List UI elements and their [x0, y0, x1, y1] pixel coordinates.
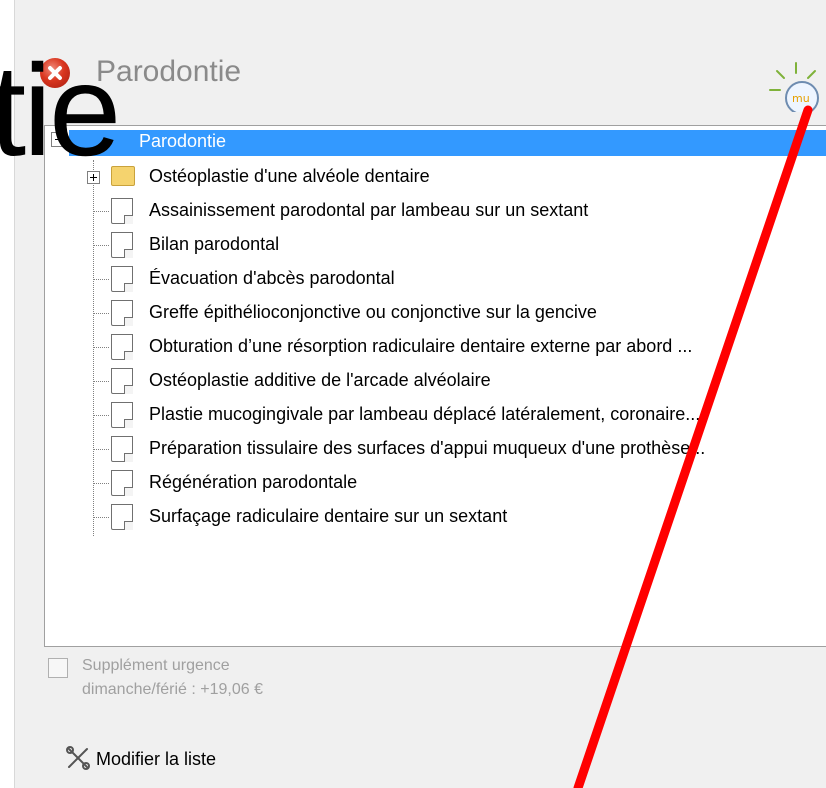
document-icon	[111, 334, 133, 360]
tree-root-label: Parodontie	[139, 131, 227, 151]
document-icon	[111, 504, 133, 530]
tree-item[interactable]: Préparation tissulaire des surfaces d'ap…	[93, 432, 823, 466]
tree-root-item[interactable]: Parodontie	[69, 130, 826, 156]
act-tree[interactable]: Parodontie Ostéoplastie d'une alvéole de…	[44, 125, 826, 647]
document-icon	[111, 470, 133, 496]
document-icon	[111, 198, 133, 224]
document-icon	[111, 300, 133, 326]
document-icon	[111, 436, 133, 462]
document-icon	[111, 266, 133, 292]
svg-text:mu: mu	[792, 92, 810, 105]
tree-item-label: Plastie mucogingivale par lambeau déplac…	[149, 404, 701, 424]
modify-list-button[interactable]: Modifier la liste	[96, 749, 216, 770]
overlay-large-text: tie	[0, 37, 121, 183]
tree-item-label: Greffe épithélioconjonctive ou conjoncti…	[149, 302, 597, 322]
tree-item[interactable]: Bilan parodontal	[93, 228, 823, 262]
tree-item-label: Assainissement parodontal par lambeau su…	[149, 200, 589, 220]
sun-icon[interactable]: mu	[768, 60, 826, 112]
tree-item-label: Surfaçage radiculaire dentaire sur un se…	[149, 506, 508, 526]
document-icon	[111, 368, 133, 394]
tree-item-label: Évacuation d'abcès parodontal	[149, 268, 395, 288]
tree-item[interactable]: Ostéoplastie additive de l'arcade alvéol…	[93, 364, 823, 398]
tree-item-label: Obturation d’une résorption radiculaire …	[149, 336, 693, 356]
tree-item-label: Ostéoplastie d'une alvéole dentaire	[149, 166, 430, 186]
supplement-label: Supplément urgence dimanche/férié : +19,…	[82, 657, 264, 698]
tree-item[interactable]: Surfaçage radiculaire dentaire sur un se…	[93, 500, 823, 534]
tree-item[interactable]: Évacuation d'abcès parodontal	[93, 262, 823, 296]
tree-item[interactable]: Plastie mucogingivale par lambeau déplac…	[93, 398, 823, 432]
tree-item-label: Préparation tissulaire des surfaces d'ap…	[149, 438, 706, 458]
supplement-checkbox[interactable]	[48, 658, 68, 678]
tools-icon	[66, 746, 90, 770]
tree-item[interactable]: Assainissement parodontal par lambeau su…	[93, 194, 823, 228]
document-icon	[111, 402, 133, 428]
tree-item[interactable]: Greffe épithélioconjonctive ou conjoncti…	[93, 296, 823, 330]
tree-item-label: Ostéoplastie additive de l'arcade alvéol…	[149, 370, 491, 390]
tree-item-folder[interactable]: Ostéoplastie d'une alvéole dentaire	[87, 160, 823, 194]
tree-item[interactable]: Obturation d’une résorption radiculaire …	[93, 330, 823, 364]
tree-item-label: Régénération parodontale	[149, 472, 358, 492]
document-icon	[111, 232, 133, 258]
tree-item[interactable]: Régénération parodontale	[93, 466, 823, 500]
tree-item-label: Bilan parodontal	[149, 234, 280, 254]
